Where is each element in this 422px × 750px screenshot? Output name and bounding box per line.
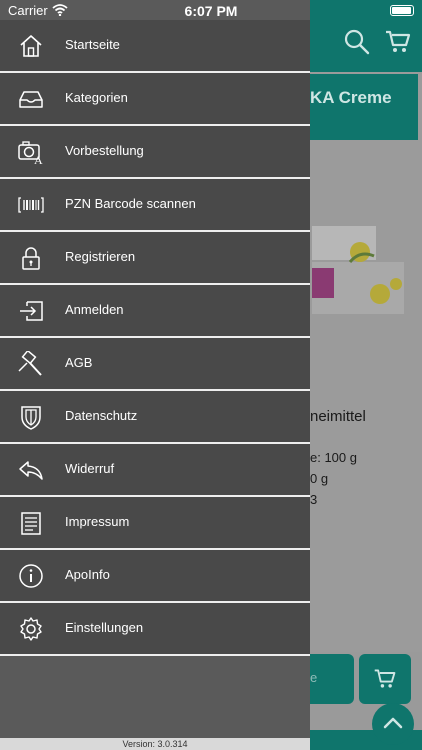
product-detail-3: 3 xyxy=(310,492,318,507)
menu-label: Einstellungen xyxy=(65,620,144,635)
info-icon xyxy=(19,564,43,588)
document-icon xyxy=(21,512,41,535)
barcode-icon xyxy=(18,197,44,213)
menu-label: Anmelden xyxy=(65,302,124,317)
menu-label: Widerruf xyxy=(65,461,115,476)
cart-icon xyxy=(374,669,396,688)
menu-label: Datenschutz xyxy=(65,408,138,423)
menu-label: Impressum xyxy=(65,514,130,529)
menu-item-agb[interactable]: AGB xyxy=(0,338,310,391)
add-to-cart-button[interactable] xyxy=(359,654,411,704)
inbox-icon xyxy=(19,91,43,108)
menu-label: AGB xyxy=(65,355,93,370)
product-card[interactable] xyxy=(310,72,422,652)
product-title: KA Creme xyxy=(310,88,392,107)
home-icon xyxy=(20,35,42,57)
menu-item-widerruf[interactable]: Widerruf xyxy=(0,444,310,497)
gavel-icon xyxy=(18,351,42,376)
scroll-top-button[interactable] xyxy=(372,703,414,745)
camera-prescription-icon: A xyxy=(18,141,43,165)
product-detail-1: e: 100 g xyxy=(310,450,357,465)
menu-item-anmelden[interactable]: Anmelden xyxy=(0,285,310,338)
menu-label: Kategorien xyxy=(65,90,128,105)
cart-icon[interactable] xyxy=(384,28,412,56)
clock: 6:07 PM xyxy=(184,3,238,19)
side-drawer: Startseite Kategorien A Vorbestellung PZ… xyxy=(0,0,310,750)
menu-label: PZN Barcode scannen xyxy=(65,196,196,211)
product-image xyxy=(312,226,404,314)
menu-item-apoinfo[interactable]: ApoInfo xyxy=(0,550,310,603)
menu-label: Startseite xyxy=(65,37,120,52)
svg-text:A: A xyxy=(34,153,43,165)
product-subtitle: neimittel xyxy=(310,408,366,425)
status-bar: Carrier 6:07 PM xyxy=(0,0,422,22)
menu-label: Registrieren xyxy=(65,249,136,264)
menu-item-impressum[interactable]: Impressum xyxy=(0,497,310,550)
menu-item-kategorien[interactable]: Kategorien xyxy=(0,73,310,126)
search-icon[interactable] xyxy=(343,28,371,56)
product-action-label: e xyxy=(310,670,318,685)
menu-item-registrieren[interactable]: Registrieren xyxy=(0,232,310,285)
menu-label: Vorbestellung xyxy=(65,143,144,158)
drawer-menu: Startseite Kategorien A Vorbestellung PZ… xyxy=(0,20,310,656)
version-label: Version: 3.0.314 xyxy=(0,738,310,750)
product-detail-2: 0 g xyxy=(310,471,329,486)
chevron-up-icon xyxy=(383,717,403,729)
menu-item-einstellungen[interactable]: Einstellungen xyxy=(0,603,310,656)
lock-icon xyxy=(22,247,40,270)
battery-icon xyxy=(390,5,414,16)
reply-icon xyxy=(19,461,43,480)
menu-item-startseite[interactable]: Startseite xyxy=(0,20,310,73)
gear-icon xyxy=(20,617,42,641)
menu-item-barcode[interactable]: PZN Barcode scannen xyxy=(0,179,310,232)
menu-label: ApoInfo xyxy=(65,567,110,582)
login-icon xyxy=(20,301,43,321)
shield-icon xyxy=(21,406,41,430)
menu-item-vorbestellung[interactable]: A Vorbestellung xyxy=(0,126,310,179)
menu-item-datenschutz[interactable]: Datenschutz xyxy=(0,391,310,444)
